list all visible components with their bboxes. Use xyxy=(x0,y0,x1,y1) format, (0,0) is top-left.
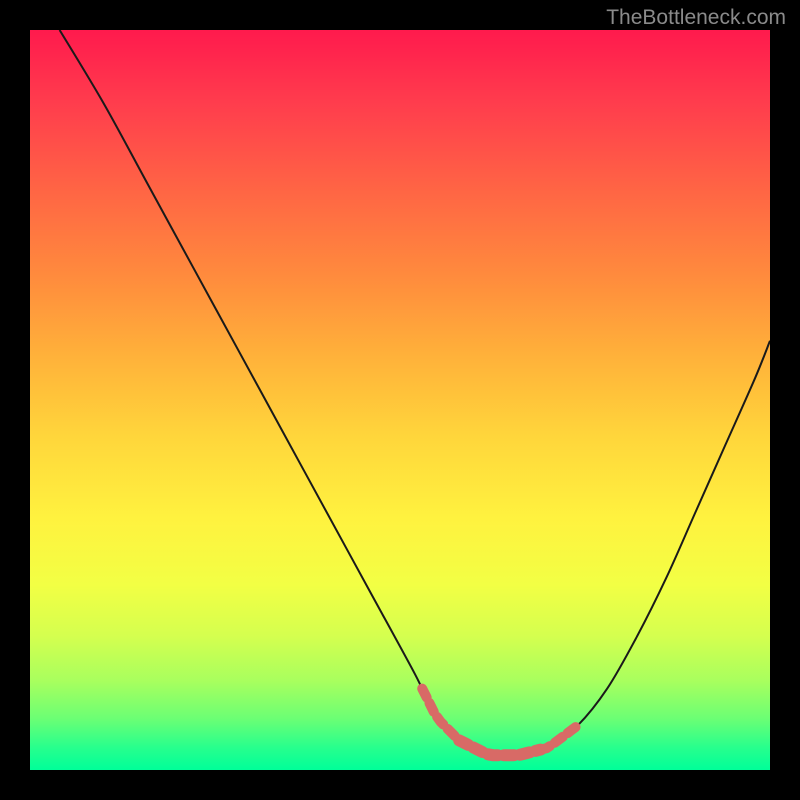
optimal-range-flat-marker xyxy=(459,740,540,755)
bottleneck-curve-line xyxy=(60,30,770,757)
chart-plot-area xyxy=(30,30,770,770)
optimal-range-right-marker xyxy=(541,726,578,750)
chart-svg xyxy=(30,30,770,770)
optimal-range-left-marker xyxy=(422,689,459,741)
watermark-text: TheBottleneck.com xyxy=(606,6,786,30)
